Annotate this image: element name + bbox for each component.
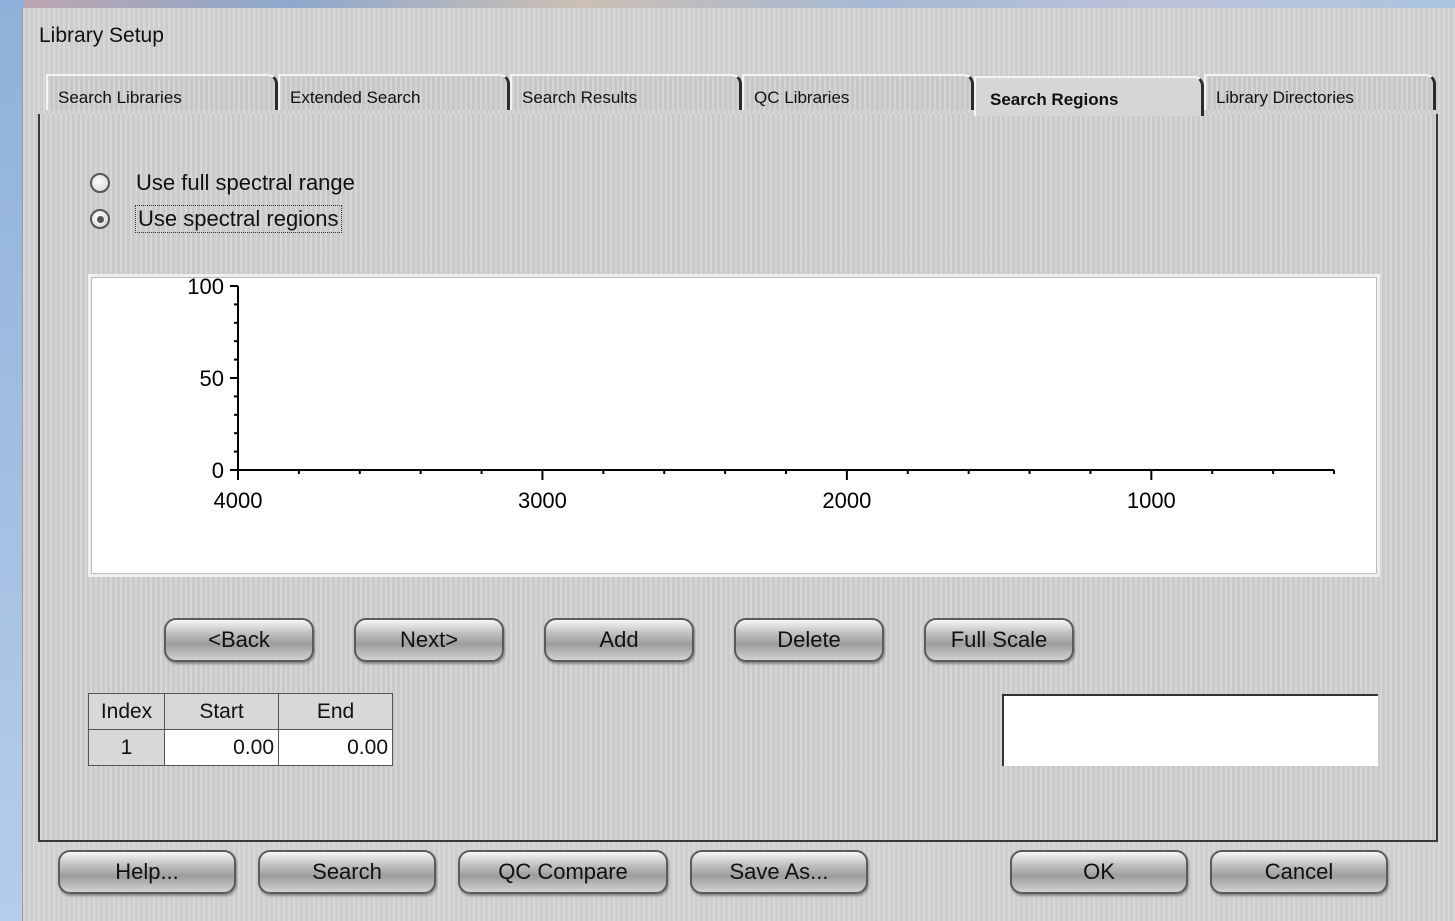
x-tick-label: 1000 xyxy=(1127,488,1176,513)
regions-table[interactable]: Index Start End 1 0.00 0.00 xyxy=(88,693,393,766)
regions-table-header: Index Start End xyxy=(88,693,393,730)
row-end-cell[interactable]: 0.00 xyxy=(278,729,393,766)
spectrum-chart[interactable]: 100 50 0 4000 3000 2000 1000 xyxy=(88,274,1380,577)
row-index-cell: 1 xyxy=(88,729,165,766)
cancel-button[interactable]: Cancel xyxy=(1210,850,1388,894)
qc-compare-button[interactable]: QC Compare xyxy=(458,850,668,894)
y-tick-label: 100 xyxy=(187,277,224,299)
tab-search-regions[interactable]: Search Regions xyxy=(974,76,1204,116)
column-header-index: Index xyxy=(88,693,165,730)
tab-library-directories[interactable]: Library Directories xyxy=(1204,74,1436,110)
spectral-regions-label[interactable]: Use spectral regions xyxy=(135,205,342,233)
ok-button[interactable]: OK xyxy=(1010,850,1188,894)
row-start-cell[interactable]: 0.00 xyxy=(164,729,279,766)
back-button[interactable]: <Back xyxy=(164,618,314,662)
full-range-option[interactable]: Use full spectral range xyxy=(90,170,355,196)
spectrum-chart-svg[interactable]: 100 50 0 4000 3000 2000 1000 xyxy=(91,274,1377,574)
full-range-radio[interactable] xyxy=(90,173,110,193)
full-range-label[interactable]: Use full spectral range xyxy=(136,170,355,196)
desktop-left-edge xyxy=(0,0,24,921)
search-button[interactable]: Search xyxy=(258,850,436,894)
tab-qc-libraries[interactable]: QC Libraries xyxy=(742,74,974,110)
x-tick-label: 3000 xyxy=(518,488,567,513)
column-header-end: End xyxy=(278,693,393,730)
window-title: Library Setup xyxy=(39,24,164,47)
x-tick-label: 2000 xyxy=(822,488,871,513)
tab-search-libraries[interactable]: Search Libraries xyxy=(46,74,278,110)
spectral-regions-option[interactable]: Use spectral regions xyxy=(90,205,342,233)
tab-extended-search[interactable]: Extended Search xyxy=(278,74,510,110)
table-row[interactable]: 1 0.00 0.00 xyxy=(88,729,393,766)
add-region-button[interactable]: Add xyxy=(544,618,694,662)
spectral-regions-radio[interactable] xyxy=(90,209,110,229)
help-button[interactable]: Help... xyxy=(58,850,236,894)
delete-region-button[interactable]: Delete xyxy=(734,618,884,662)
y-tick-label: 50 xyxy=(200,366,224,391)
full-scale-button[interactable]: Full Scale xyxy=(924,618,1074,662)
next-button[interactable]: Next> xyxy=(354,618,504,662)
region-info-box xyxy=(1002,694,1378,766)
save-as-button[interactable]: Save As... xyxy=(690,850,868,894)
tab-search-results[interactable]: Search Results xyxy=(510,74,742,110)
x-tick-label: 4000 xyxy=(214,488,263,513)
column-header-start: Start xyxy=(164,693,279,730)
y-tick-label: 0 xyxy=(212,458,224,483)
